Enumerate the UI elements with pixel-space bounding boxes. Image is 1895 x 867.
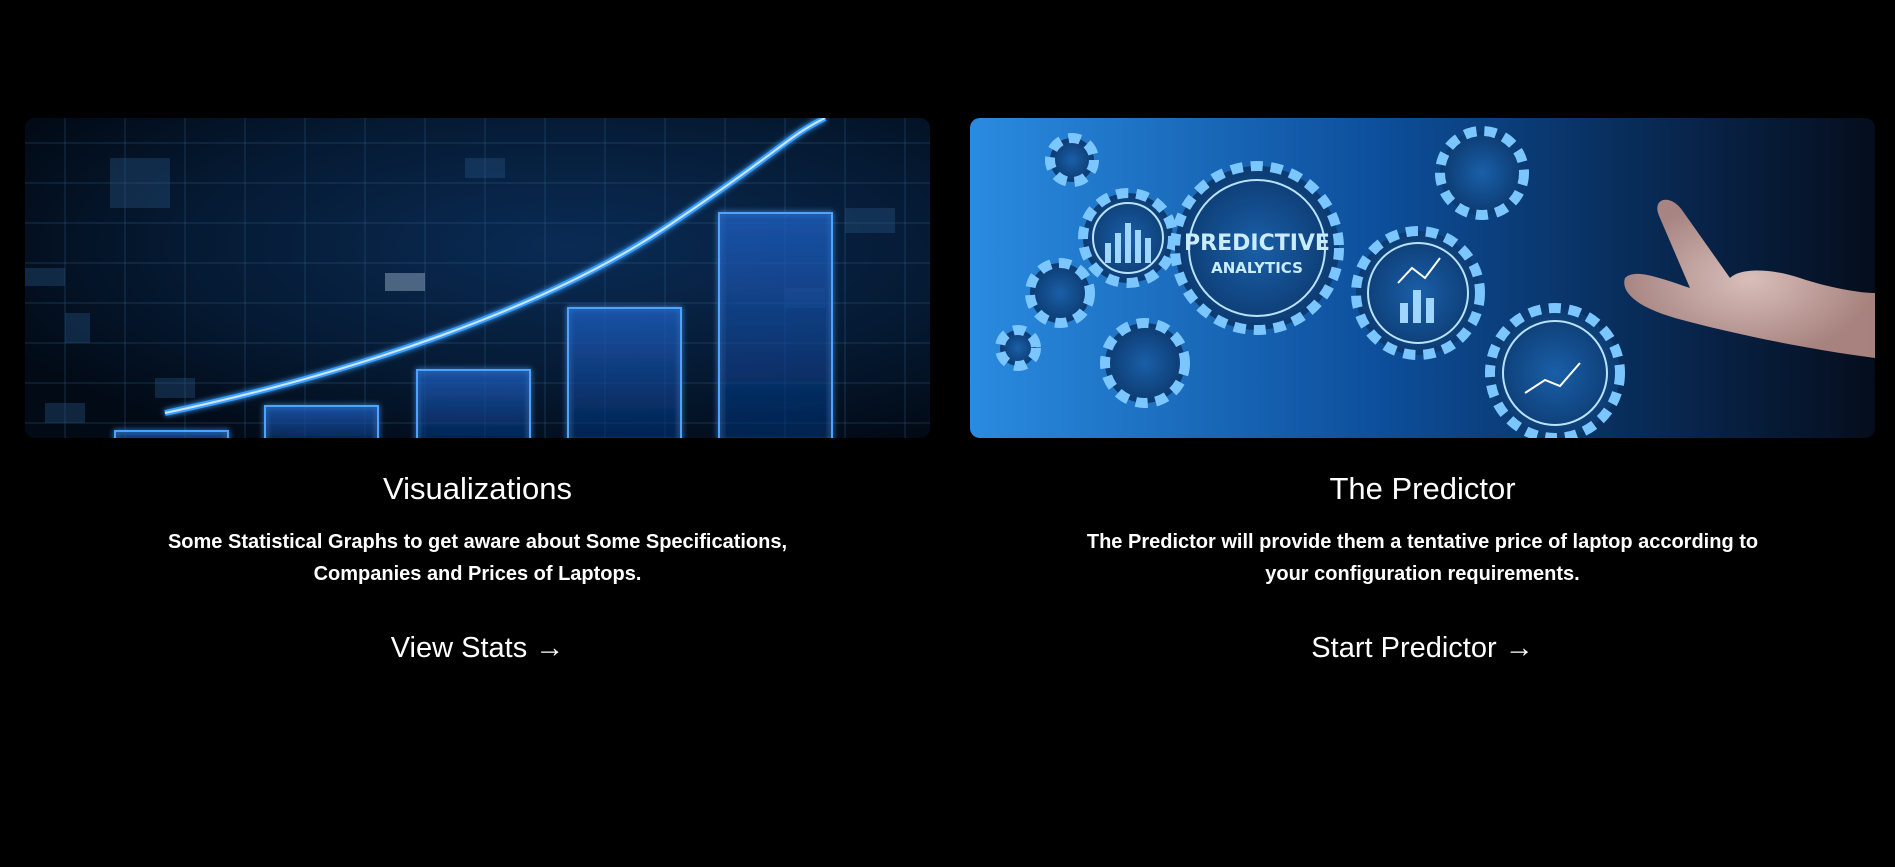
- gear-title-line1: PREDICTIVE: [1184, 231, 1330, 256]
- start-predictor-link[interactable]: Start Predictor →: [1311, 630, 1533, 666]
- page: Visualizations Some Statistical Graphs t…: [0, 0, 1895, 867]
- visualizations-description: Some Statistical Graphs to get aware abo…: [167, 531, 788, 585]
- view-stats-link[interactable]: View Stats →: [391, 630, 565, 666]
- rising-bar-chart-illustration: [25, 118, 930, 438]
- visualizations-card: Visualizations Some Statistical Graphs t…: [25, 118, 930, 666]
- predictor-card: PREDICTIVE ANALYTICS The Predictor The P…: [970, 118, 1875, 666]
- visualizations-title: Visualizations: [383, 471, 572, 506]
- predictive-analytics-gears-illustration: PREDICTIVE ANALYTICS: [970, 118, 1875, 438]
- predictor-hero-image: PREDICTIVE ANALYTICS: [970, 118, 1875, 438]
- visualizations-hero-image: [25, 118, 930, 438]
- gear-title-line2: ANALYTICS: [1211, 259, 1303, 277]
- predictor-title: The Predictor: [1329, 471, 1516, 506]
- predictor-description: The Predictor will provide them a tentat…: [1086, 531, 1759, 585]
